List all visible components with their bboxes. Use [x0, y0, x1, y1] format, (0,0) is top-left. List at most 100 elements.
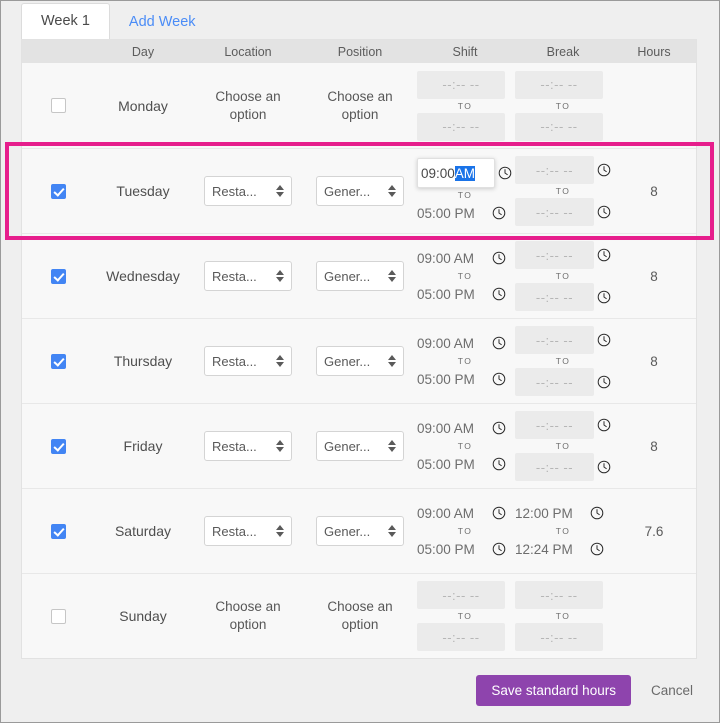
shift-end-time-input[interactable]: 05:00 PM [417, 283, 489, 305]
location-select[interactable]: Resta... [204, 176, 292, 206]
break-cell: --:-- --TO--:-- -- [514, 404, 612, 488]
clock-icon[interactable] [492, 421, 506, 435]
clock-icon[interactable] [492, 206, 506, 220]
shift-start-time-input[interactable]: --:-- -- [417, 71, 505, 99]
shift-end-row: 05:00 PM [417, 538, 513, 560]
shift-end-time-input[interactable]: --:-- -- [417, 623, 505, 651]
location-select[interactable]: Resta... [204, 261, 292, 291]
break-cell: --:-- --TO--:-- -- [514, 63, 612, 148]
shift-start-time-input[interactable]: 09:00 AM [417, 158, 495, 188]
clock-icon[interactable] [597, 205, 611, 219]
tab-week-1-label: Week 1 [41, 13, 90, 29]
break-start-time-input[interactable]: --:-- -- [515, 581, 603, 609]
clock-icon[interactable] [492, 287, 506, 301]
shift-end-time-input[interactable]: 05:00 PM [417, 538, 489, 560]
position-cell: Choose an option [304, 574, 416, 658]
shift-end-time-input[interactable]: 05:00 PM [417, 368, 489, 390]
position-select[interactable]: Gener... [316, 431, 404, 461]
shift-end-time-input[interactable]: 05:00 PM [417, 453, 489, 475]
location-select[interactable]: Resta... [204, 431, 292, 461]
clock-icon[interactable] [492, 336, 506, 350]
day-label: Monday [118, 98, 168, 114]
shift-to-label: TO [429, 441, 501, 451]
select-spinner-icon[interactable] [388, 355, 396, 367]
clock-icon[interactable] [492, 251, 506, 265]
break-end-time-input[interactable]: --:-- -- [515, 113, 603, 141]
break-end-time-input[interactable]: --:-- -- [515, 453, 594, 481]
select-spinner-icon[interactable] [388, 270, 396, 282]
break-end-row: --:-- -- [515, 283, 611, 311]
select-spinner-icon[interactable] [388, 185, 396, 197]
day-enabled-checkbox[interactable] [51, 98, 66, 113]
day-enabled-checkbox[interactable] [51, 269, 66, 284]
shift-start-time-input[interactable]: 09:00 AM [417, 332, 489, 354]
clock-icon[interactable] [597, 333, 611, 347]
break-end-row: --:-- -- [515, 453, 611, 481]
break-start-time-input[interactable]: --:-- -- [515, 326, 594, 354]
select-spinner-icon[interactable] [276, 270, 284, 282]
break-end-time-input[interactable]: --:-- -- [515, 623, 603, 651]
break-time-range: --:-- --TO--:-- -- [514, 326, 612, 396]
position-select[interactable]: Gener... [316, 346, 404, 376]
table-row: SaturdayResta...Gener...09:00 AMTO05:00 … [22, 488, 696, 573]
day-enabled-checkbox[interactable] [51, 184, 66, 199]
position-select-value: Gener... [324, 269, 370, 284]
shift-start-time-input[interactable]: 09:00 AM [417, 502, 489, 524]
break-end-time-input[interactable]: --:-- -- [515, 198, 594, 226]
clock-icon[interactable] [597, 460, 611, 474]
day-enabled-checkbox[interactable] [51, 439, 66, 454]
clock-icon[interactable] [492, 542, 506, 556]
clock-icon[interactable] [590, 542, 604, 556]
position-select[interactable]: Gener... [316, 516, 404, 546]
clock-icon[interactable] [590, 506, 604, 520]
clock-icon[interactable] [492, 506, 506, 520]
position-select[interactable]: Gener... [316, 176, 404, 206]
break-start-time-input[interactable]: --:-- -- [515, 71, 603, 99]
tab-add-week[interactable]: Add Week [110, 5, 215, 39]
select-spinner-icon[interactable] [276, 525, 284, 537]
shift-start-time-input[interactable]: 09:00 AM [417, 417, 489, 439]
clock-icon[interactable] [597, 248, 611, 262]
break-start-time-input[interactable]: --:-- -- [515, 241, 594, 269]
break-end-time-input[interactable]: 12:24 PM [515, 538, 587, 560]
break-start-time-input[interactable]: --:-- -- [515, 411, 594, 439]
clock-icon[interactable] [597, 163, 611, 177]
location-select-value: Resta... [212, 439, 257, 454]
select-spinner-icon[interactable] [276, 185, 284, 197]
location-select[interactable]: Resta... [204, 346, 292, 376]
position-select[interactable]: Gener... [316, 261, 404, 291]
position-cell: Gener... [304, 404, 416, 488]
select-spinner-icon[interactable] [388, 440, 396, 452]
day-enabled-checkbox[interactable] [51, 354, 66, 369]
break-start-time-input[interactable]: 12:00 PM [515, 502, 587, 524]
select-spinner-icon[interactable] [276, 355, 284, 367]
break-end-time-input[interactable]: --:-- -- [515, 283, 594, 311]
day-enabled-checkbox[interactable] [51, 609, 66, 624]
break-end-time-input[interactable]: --:-- -- [515, 368, 594, 396]
shift-end-time-input[interactable]: 05:00 PM [417, 202, 489, 224]
shift-start-time-input[interactable]: --:-- -- [417, 581, 505, 609]
tab-week-1[interactable]: Week 1 [21, 3, 110, 39]
clock-icon[interactable] [492, 372, 506, 386]
location-select[interactable]: Resta... [204, 516, 292, 546]
clock-icon[interactable] [498, 166, 512, 180]
save-standard-hours-button[interactable]: Save standard hours [476, 675, 631, 706]
clock-icon[interactable] [597, 418, 611, 432]
break-start-time-input[interactable]: --:-- -- [515, 156, 594, 184]
clock-icon[interactable] [492, 457, 506, 471]
time-text: --:-- -- [442, 588, 479, 603]
clock-icon[interactable] [597, 290, 611, 304]
clock-icon[interactable] [597, 375, 611, 389]
shift-to-label: TO [429, 611, 501, 621]
hours-value: 8 [650, 269, 658, 284]
position-select-value: Gener... [324, 184, 370, 199]
shift-end-time-input[interactable]: --:-- -- [417, 113, 505, 141]
select-spinner-icon[interactable] [388, 525, 396, 537]
time-text: --:-- -- [540, 630, 577, 645]
day-enabled-checkbox[interactable] [51, 524, 66, 539]
cancel-button[interactable]: Cancel [645, 682, 699, 699]
shift-start-row: 09:00 AM [417, 332, 513, 354]
position-placeholder: Choose an option [317, 88, 403, 124]
select-spinner-icon[interactable] [276, 440, 284, 452]
shift-start-time-input[interactable]: 09:00 AM [417, 247, 489, 269]
